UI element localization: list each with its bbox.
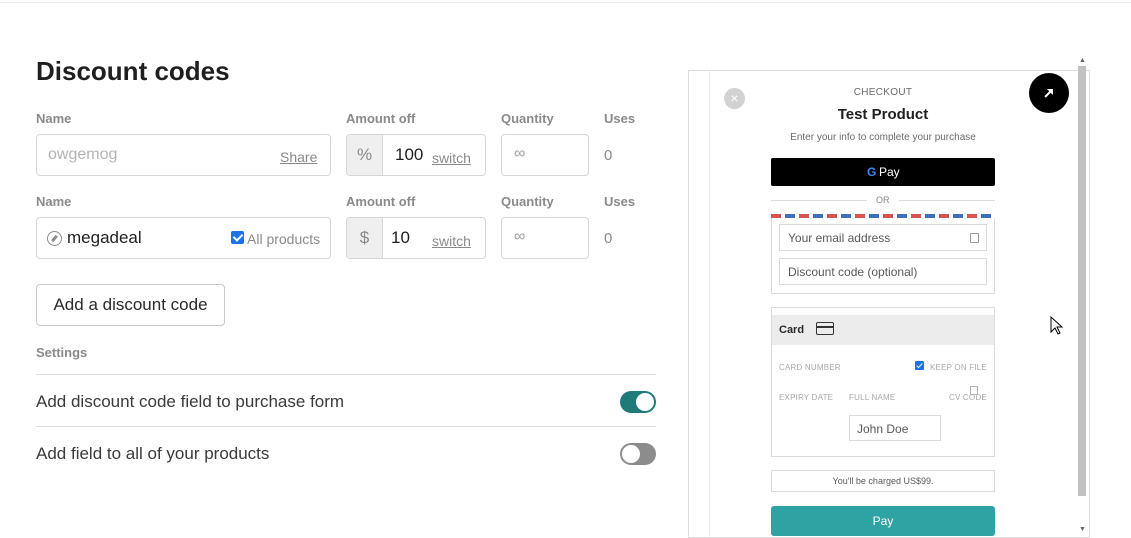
scroll-down-arrow-icon[interactable]: ▼: [1079, 526, 1086, 533]
setting-discount-field-label: Add discount code field to purchase form: [36, 392, 345, 411]
all-products-toggle[interactable]: [620, 443, 656, 465]
quantity-input[interactable]: ∞: [501, 134, 589, 176]
charge-notice: You'll be charged US$99.: [771, 470, 995, 492]
quantity-input[interactable]: ∞: [501, 217, 589, 259]
name-column-label: Name: [36, 194, 72, 209]
or-divider: [771, 200, 867, 201]
close-icon[interactable]: ×: [724, 88, 745, 109]
share-link[interactable]: Share: [280, 149, 317, 165]
quantity-value: ∞: [514, 145, 526, 162]
quantity-column-label: Quantity: [501, 111, 554, 126]
add-discount-code-button[interactable]: Add a discount code: [36, 284, 225, 326]
email-field[interactable]: Your email address: [779, 224, 987, 251]
compass-icon: [47, 231, 62, 246]
amount-value: 100: [395, 145, 424, 164]
dollar-unit: $: [347, 218, 383, 258]
product-title: Test Product: [837, 106, 929, 123]
google-icon: G: [867, 165, 877, 179]
lock-icon: [970, 386, 978, 395]
page-title: Discount codes: [36, 56, 230, 86]
scroll-up-arrow-icon[interactable]: ▲: [1079, 57, 1086, 64]
mouse-cursor-icon: [1050, 316, 1064, 335]
all-products-checkbox[interactable]: [231, 231, 244, 244]
settings-heading: Settings: [36, 345, 88, 360]
code-name-value: megadeal: [67, 228, 142, 247]
name-column-label: Name: [36, 111, 72, 126]
divider: [36, 374, 656, 375]
amount-off-column-label: Amount off: [346, 194, 416, 209]
checkout-label: CHECKOUT: [853, 87, 913, 98]
cv-code-label: CV CODE: [949, 393, 987, 402]
or-divider: [899, 200, 995, 201]
full-name-field[interactable]: John Doe: [849, 415, 941, 441]
discount-placeholder: Discount code (optional): [788, 265, 918, 279]
code-name-input[interactable]: owgemog Share: [36, 134, 331, 176]
discount-code-field[interactable]: Discount code (optional): [779, 258, 987, 285]
or-label: OR: [876, 195, 890, 205]
switch-unit-link[interactable]: switch: [432, 150, 471, 166]
uses-column-label: Uses: [604, 194, 636, 209]
card-header: [772, 315, 994, 345]
full-name-label: FULL NAME: [849, 393, 896, 402]
uses-value: 0: [604, 230, 613, 247]
credit-card-icon: [816, 322, 834, 335]
google-pay-button[interactable]: G Pay: [771, 158, 995, 186]
toggle-knob: [622, 445, 640, 463]
preview-edge: [709, 71, 710, 537]
all-products-label: All products: [247, 231, 321, 247]
keep-on-file-label: KEEP ON FILE: [930, 363, 987, 372]
full-name-placeholder: John Doe: [857, 422, 909, 436]
pay-button[interactable]: Pay: [771, 506, 995, 536]
code-name-placeholder: owgemog: [48, 146, 118, 163]
checkout-subtitle: Enter your info to complete your purchas…: [790, 132, 976, 143]
uses-value: 0: [604, 147, 613, 164]
email-placeholder: Your email address: [788, 231, 891, 245]
switch-unit-link[interactable]: switch: [432, 233, 471, 249]
divider: [36, 426, 656, 427]
top-divider: [0, 2, 1131, 3]
uses-column-label: Uses: [604, 111, 636, 126]
amount-value: 10: [391, 228, 410, 247]
quantity-column-label: Quantity: [501, 194, 554, 209]
amount-off-input[interactable]: % 100 switch: [346, 134, 486, 176]
code-name-input[interactable]: megadeal All products: [36, 217, 331, 259]
google-pay-label: Pay: [879, 165, 900, 179]
lock-icon: [970, 233, 979, 243]
arrow-up-right-icon: [1044, 89, 1053, 98]
open-preview-button[interactable]: [1029, 73, 1069, 113]
setting-all-products-label: Add field to all of your products: [36, 444, 270, 463]
expiry-date-label: EXPIRY DATE: [779, 393, 834, 402]
card-number-label: CARD NUMBER: [779, 363, 841, 372]
amount-off-input[interactable]: $ 10 switch: [346, 217, 486, 259]
quantity-value: ∞: [514, 228, 526, 245]
airmail-stripe: [771, 214, 995, 218]
percent-unit: %: [347, 135, 383, 175]
card-title: Card: [779, 324, 805, 336]
keep-on-file-checkbox[interactable]: [915, 361, 924, 370]
amount-off-column-label: Amount off: [346, 111, 416, 126]
scrollbar-thumb[interactable]: [1078, 66, 1086, 496]
discount-field-toggle[interactable]: [620, 391, 656, 413]
toggle-knob: [636, 393, 654, 411]
